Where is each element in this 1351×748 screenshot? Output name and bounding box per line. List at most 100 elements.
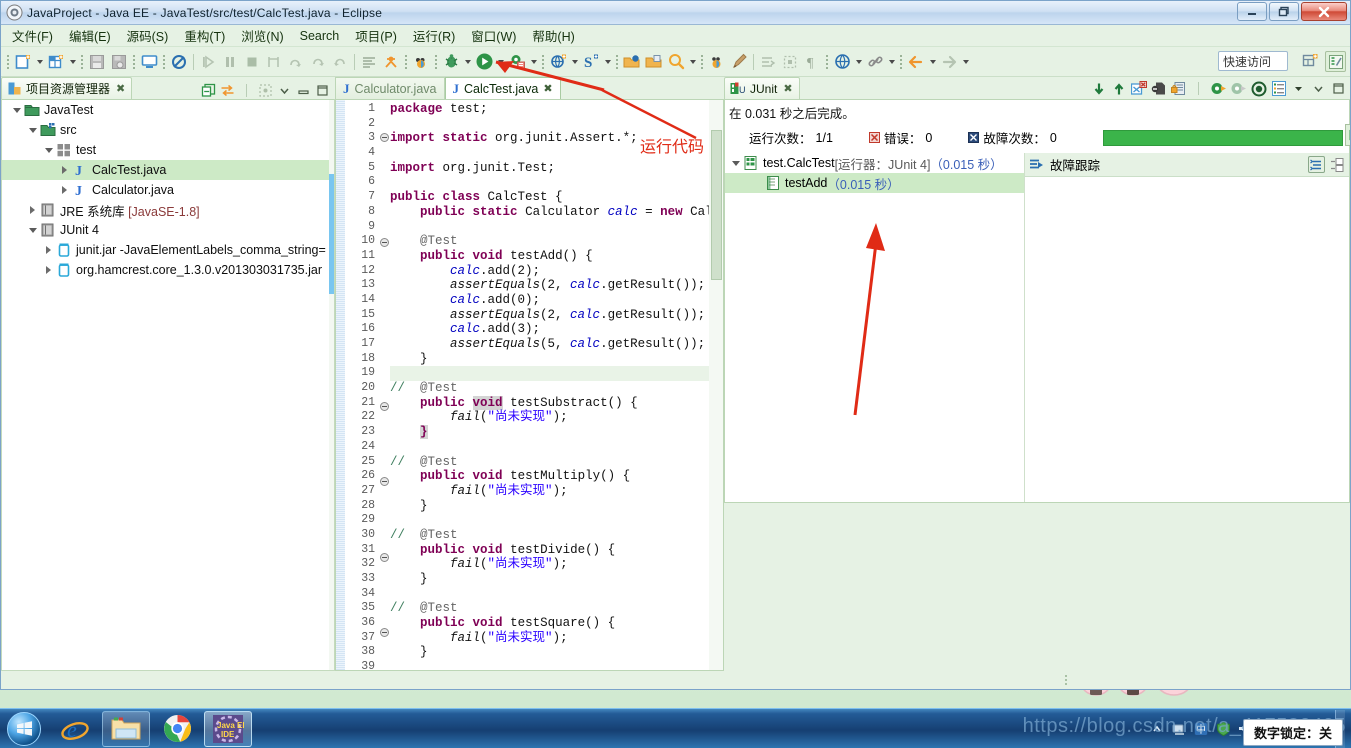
source-code-text[interactable]: package test; import static org.junit.As… [390,100,723,670]
previous-failure-icon[interactable] [1110,80,1127,97]
code-line[interactable]: // @Test [390,601,723,616]
scrollbar-thumb[interactable] [711,130,722,280]
expand-twisty-icon[interactable] [42,260,55,280]
tab-junit[interactable]: U JUnit ✖ [724,77,800,99]
fold-toggle-icon[interactable] [378,552,390,568]
view-menu-icon[interactable] [1310,80,1327,97]
code-line[interactable]: fail("尚未实现"); [390,484,723,499]
tree-item-org-hamcrest-core-1-3-0-v201303031735-jar[interactable]: org.hamcrest.core_1.3.0.v201303031735.ja… [2,260,334,280]
input-method-icon[interactable]: 中 [1193,721,1209,737]
compare-result-icon[interactable] [1328,156,1345,173]
save-icon[interactable] [86,51,108,73]
editor-vertical-scrollbar[interactable] [709,100,723,670]
menu-navigate[interactable]: 浏览(N) [234,24,290,47]
forward-dropdown[interactable] [960,51,971,73]
code-line[interactable]: public void testSquare() { [390,616,723,631]
view-menu-icon[interactable] [276,82,293,99]
link-with-editor-icon[interactable] [219,82,236,99]
fold-toggle-icon[interactable] [378,401,390,417]
tab-calctest-java[interactable]: J CalcTest.java ✖ [444,77,561,99]
explorer-vertical-scrollbar[interactable] [329,100,334,670]
tree-item-junit-jar-javaelementlabels-comma-string[interactable]: junit.jar -JavaElementLabels_comma_strin… [2,240,334,260]
junit-test-row[interactable]: test.CalcTest [运行器：JUnit 4] （0.015 秒） [725,153,1024,173]
code-line[interactable]: // @Test [390,455,723,470]
code-line[interactable]: fail("尚未实现"); [390,557,723,572]
maximize-icon[interactable] [314,82,331,99]
taskbar-eclipse-java-ee-ide[interactable]: Java EE IDE [204,710,252,747]
code-line[interactable]: } [390,499,723,514]
menu-source[interactable]: 源码(S) [120,24,176,47]
code-line[interactable]: } [390,352,723,367]
start-button[interactable] [0,710,48,748]
menu-file[interactable]: 文件(F) [5,24,60,47]
external-tools-dropdown[interactable] [528,51,539,73]
expand-twisty-icon[interactable] [58,160,71,180]
focus-icon[interactable] [257,82,274,99]
code-line[interactable]: public void testDivide() { [390,543,723,558]
link-icon[interactable] [864,51,886,73]
tab-project-explorer[interactable]: 项目资源管理器 ✖ [1,77,133,99]
new-java-project-dropdown[interactable] [569,51,580,73]
open-task-icon[interactable] [643,51,665,73]
close-icon[interactable]: ✖ [783,82,792,95]
web-browser-icon[interactable] [831,51,853,73]
tree-item-test[interactable]: test [2,140,334,160]
show-hidden-icon[interactable] [1149,721,1165,737]
junit-fastview-icon[interactable]: U [1345,124,1350,146]
java-ee-perspective-icon[interactable] [1325,51,1346,72]
fold-toggle-icon[interactable] [378,238,390,253]
code-line[interactable] [390,220,723,235]
fold-toggle-icon[interactable] [378,477,390,492]
collapse-twisty-icon[interactable] [26,220,39,240]
code-line[interactable] [390,587,723,602]
tree-item-calctest-java[interactable]: J CalcTest.java [2,160,334,180]
web-dropdown[interactable] [853,51,864,73]
minimize-button[interactable] [1237,2,1267,21]
new-servlet-icon[interactable]: S [580,51,602,73]
code-line[interactable]: public void testAdd() { [390,249,723,264]
menu-project[interactable]: 项目(P) [348,24,404,47]
code-line[interactable]: calc.add(3); [390,322,723,337]
annotation-icon[interactable] [728,51,750,73]
junit-test-row[interactable]: testAdd （0.015 秒） [725,173,1024,193]
close-icon[interactable]: ✖ [116,82,125,95]
fold-toggle-icon[interactable] [378,628,390,643]
maximize-button[interactable] [1269,2,1299,21]
code-line[interactable] [390,117,723,132]
close-button[interactable] [1301,2,1347,21]
open-console-icon[interactable] [138,51,160,73]
search-dropdown[interactable] [687,51,698,73]
new-folder-dropdown[interactable] [67,51,78,73]
menu-help[interactable]: 帮助(H) [525,24,581,47]
run-last-tool-icon[interactable] [380,51,402,73]
new-servlet-dropdown[interactable] [602,51,613,73]
menu-window[interactable]: 窗口(W) [464,24,523,47]
run-icon[interactable] [473,51,495,73]
taskbar-internet-explorer[interactable]: e [51,711,99,747]
close-icon[interactable]: ✖ [543,82,552,95]
filter-stack-trace-icon[interactable] [1308,156,1325,173]
folding-margin[interactable] [378,100,390,670]
fold-toggle-icon[interactable] [378,133,390,148]
menu-refactor[interactable]: 重构(T) [177,24,232,47]
collapse-twisty-icon[interactable] [42,140,55,160]
tree-item-jre[interactable]: JRE 系统库 [JavaSE-1.8] [2,200,334,220]
tree-item-calculator-java[interactable]: J Calculator.java [2,180,334,200]
code-line[interactable] [390,175,723,190]
taskbar-windows-explorer[interactable] [102,710,150,747]
open-perspective-icon[interactable] [1300,51,1321,72]
lock-icon[interactable] [1170,80,1187,97]
code-line[interactable] [390,513,723,528]
code-line[interactable]: assertEquals(5, calc.getResult()); [390,337,723,352]
test-history-icon[interactable] [1270,80,1287,97]
code-line[interactable]: assertEquals(2, calc.getResult()); [390,278,723,293]
hide-ignored-icon[interactable] [1150,80,1167,97]
skip-breakpoints-icon[interactable] [168,51,190,73]
scrollbar-thumb[interactable] [329,174,334,294]
code-line[interactable]: public void testMultiply() { [390,469,723,484]
menu-run[interactable]: 运行(R) [406,24,462,47]
code-line[interactable]: } [390,425,723,440]
code-line[interactable]: } [390,645,723,660]
code-line[interactable]: package test; [390,102,723,117]
show-failures-only-icon[interactable] [1130,80,1147,97]
